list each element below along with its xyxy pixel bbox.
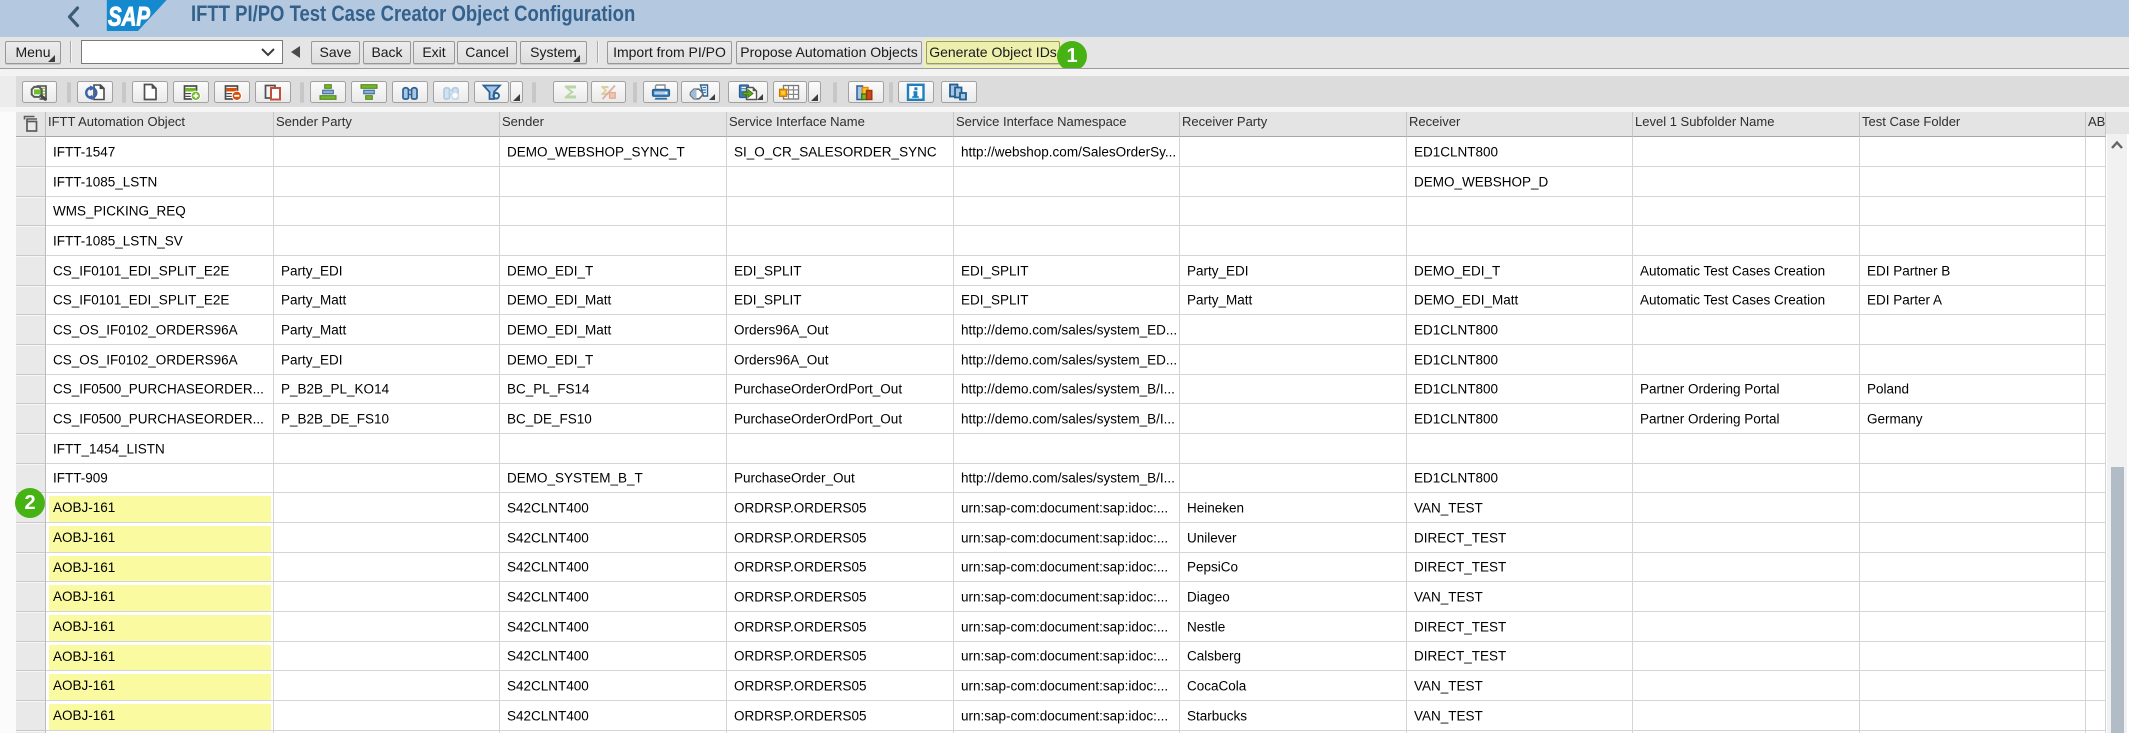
- svg-text:SAP: SAP: [108, 2, 151, 32]
